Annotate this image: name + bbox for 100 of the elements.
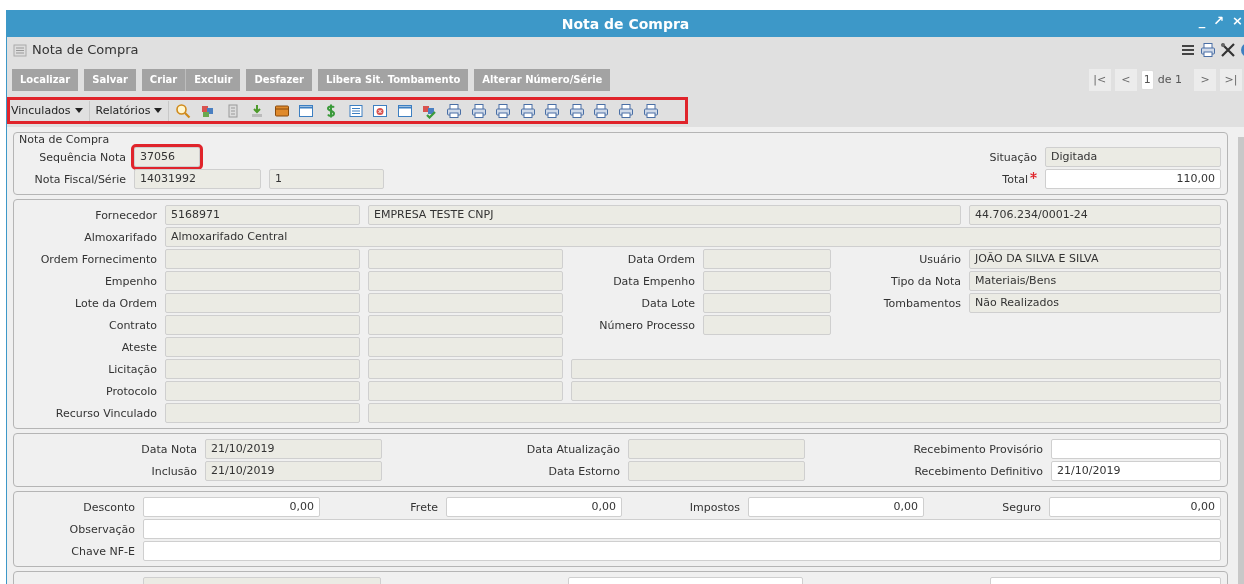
input-field[interactable] xyxy=(571,359,1221,379)
input-field[interactable] xyxy=(628,461,805,481)
field-label: Total xyxy=(1002,172,1028,186)
input-field[interactable] xyxy=(368,337,563,357)
printer-icon[interactable] xyxy=(495,102,512,119)
page-title: Nota de Compra xyxy=(32,42,139,57)
list-icon[interactable] xyxy=(347,102,364,119)
input-field[interactable]: Materiais/Bens xyxy=(969,271,1221,291)
input-field[interactable] xyxy=(571,381,1221,401)
field-label: Protocolo xyxy=(105,384,157,398)
field-label: Recurso Vinculado xyxy=(55,406,157,420)
input-field[interactable] xyxy=(368,293,563,313)
input-field[interactable] xyxy=(368,315,563,335)
field-label: Data Estorno xyxy=(548,464,620,478)
input-field[interactable]: 21/10/2019 xyxy=(205,439,382,459)
input-field[interactable]: 5168971 xyxy=(165,205,360,225)
input-field[interactable] xyxy=(368,359,563,379)
input-field[interactable] xyxy=(703,249,831,269)
input-field[interactable]: 14031992 xyxy=(134,169,261,189)
input-field[interactable]: Não Realizados xyxy=(969,293,1221,313)
field-label: Data Nota xyxy=(141,442,197,456)
dropdown-menu[interactable]: Vinculados xyxy=(11,100,90,121)
field-label: Licitação xyxy=(108,362,157,376)
field-label: Tombamentos xyxy=(883,296,961,310)
field-label: Contrato xyxy=(109,318,157,332)
field-label: Recebimento Provisório xyxy=(913,442,1043,456)
field-label: Sequência Nota xyxy=(39,150,126,164)
field-label: Data Atualização xyxy=(526,442,620,456)
document-list-icon xyxy=(12,41,28,58)
drawer-icon[interactable] xyxy=(273,102,290,119)
input-field[interactable] xyxy=(165,293,360,313)
input-field[interactable] xyxy=(628,439,805,459)
input-field[interactable]: 0,00 xyxy=(143,497,320,517)
input-field[interactable] xyxy=(143,541,1221,561)
input-field[interactable] xyxy=(165,271,360,291)
field-label: Usuário xyxy=(919,252,961,266)
input-field[interactable]: 1 xyxy=(269,169,384,189)
input-field[interactable] xyxy=(165,381,360,401)
field-label: Frete xyxy=(410,500,438,514)
field-label: Nota Fiscal/Série xyxy=(34,172,126,186)
window-icon[interactable] xyxy=(298,102,315,119)
input-field[interactable] xyxy=(703,271,831,291)
printer-icon[interactable] xyxy=(568,102,585,119)
printer-icon[interactable] xyxy=(593,102,610,119)
field-label: Tipo da Nota xyxy=(891,274,961,288)
input-field[interactable]: EMPRESA TESTE CNPJ xyxy=(368,205,961,225)
input-field[interactable]: Digitada xyxy=(1045,147,1221,167)
input-field[interactable]: 0,00 xyxy=(748,497,924,517)
window-icon[interactable] xyxy=(396,102,413,119)
close-window-icon[interactable] xyxy=(372,102,389,119)
printer-icon[interactable] xyxy=(519,102,536,119)
field-label: Recebimento Definitivo xyxy=(914,464,1043,478)
field-label: Desconto xyxy=(83,500,135,514)
field-label: Impostos xyxy=(689,500,740,514)
window-title: Nota de Compra xyxy=(561,15,690,32)
input-field[interactable]: 44.706.234/0001-24 xyxy=(969,205,1221,225)
input-field[interactable]: 21/10/2019 xyxy=(205,461,382,481)
caret-icon xyxy=(74,108,83,113)
input-field[interactable] xyxy=(165,403,360,423)
input-field[interactable] xyxy=(368,403,1221,423)
field-label: Empenho xyxy=(104,274,157,288)
input-field[interactable]: JOÃO DA SILVA E SILVA xyxy=(969,249,1221,269)
input-field[interactable] xyxy=(368,381,563,401)
input-field[interactable] xyxy=(368,249,563,269)
input-field[interactable]: 21/10/2019 xyxy=(1051,461,1221,481)
page-number-field[interactable]: 1 xyxy=(1140,69,1154,90)
printer-icon[interactable] xyxy=(618,102,635,119)
dropdown-menu[interactable]: Relatórios xyxy=(95,100,170,121)
field-label: Situação xyxy=(989,150,1037,164)
input-field[interactable]: 0,00 xyxy=(446,497,622,517)
input-field[interactable] xyxy=(1051,439,1221,459)
field-label: Inclusão xyxy=(151,464,197,478)
input-field[interactable]: 0,00 xyxy=(1049,497,1221,517)
input-field[interactable]: 37056 xyxy=(134,147,200,167)
input-field[interactable] xyxy=(703,315,831,335)
input-field[interactable] xyxy=(165,249,360,269)
input-field[interactable] xyxy=(165,359,360,379)
input-field[interactable] xyxy=(368,271,563,291)
search-icon[interactable] xyxy=(175,102,192,119)
printer-icon[interactable] xyxy=(445,102,462,119)
field-label: Data Ordem xyxy=(627,252,695,266)
input-field[interactable] xyxy=(165,337,360,357)
input-field[interactable] xyxy=(165,315,360,335)
field-label: Chave NF-E xyxy=(71,544,135,558)
printer-icon[interactable] xyxy=(544,102,561,119)
input-field[interactable]: Almoxarifado Central xyxy=(165,227,1221,247)
printer-icon[interactable] xyxy=(1200,41,1216,58)
field-label: Seguro xyxy=(1002,500,1041,514)
field-label: Ordem Fornecimento xyxy=(40,252,157,266)
printer-icon[interactable] xyxy=(642,102,659,119)
input-field[interactable] xyxy=(143,519,1221,539)
caret-icon xyxy=(154,108,163,113)
printer-icon[interactable] xyxy=(470,102,487,119)
field-label: Almoxarifado xyxy=(84,230,157,244)
scrollbar[interactable] xyxy=(1238,137,1244,584)
field-label: Data Empenho xyxy=(613,274,695,288)
field-label: Fornecedor xyxy=(95,208,157,222)
input-field[interactable]: 110,00 xyxy=(1045,169,1221,189)
tools-icon[interactable] xyxy=(1220,41,1236,58)
input-field[interactable] xyxy=(703,293,831,313)
